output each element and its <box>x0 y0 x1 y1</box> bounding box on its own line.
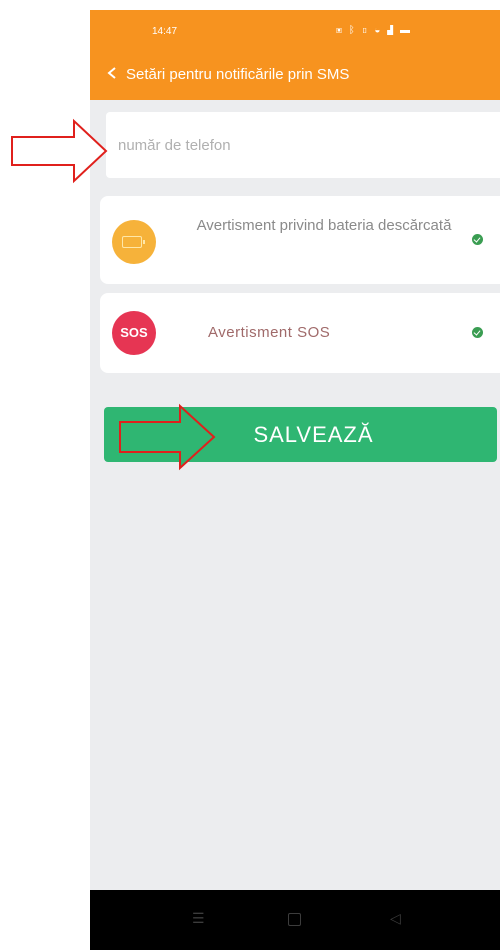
sos-alert-card[interactable]: SOS Avertisment SOS <box>100 293 500 373</box>
phone-number-input[interactable] <box>106 112 500 178</box>
status-time: 14:47 <box>152 26 178 37</box>
battery-icon <box>112 220 156 264</box>
chevron-left-icon[interactable] <box>106 67 118 79</box>
bluetooth-icon: ᛒ <box>348 25 357 36</box>
app-header: 14:47 ▣ ᛒ ▯ ◒ ▟ ▬ Setări pentru notifică… <box>90 10 500 100</box>
sos-alert-label: Avertisment SOS <box>208 324 331 341</box>
wifi-icon: ◒ <box>374 25 383 36</box>
vibrate-icon: ▯ <box>361 25 370 36</box>
status-icons: ▣ ᛒ ▯ ◒ ▟ ▬ <box>336 25 412 36</box>
battery-icon: ▬ <box>399 25 412 36</box>
home-icon[interactable] <box>288 913 301 926</box>
sos-icon: SOS <box>112 311 156 355</box>
page-title: Setări pentru notificările prin SMS <box>126 66 350 83</box>
battery-glyph <box>122 236 145 248</box>
annotation-arrow-input <box>11 118 108 184</box>
system-nav-bar: ☰ ◁ <box>90 890 500 950</box>
nfc-icon: ▣ <box>336 25 344 36</box>
signal-icon: ▟ <box>387 25 396 36</box>
battery-alert-label: Avertisment privind bateria descărcată <box>196 217 452 234</box>
menu-icon[interactable]: ☰ <box>192 910 205 927</box>
status-bar: 14:47 ▣ ᛒ ▯ ◒ ▟ ▬ <box>90 10 500 50</box>
annotation-arrow-save <box>119 403 216 471</box>
check-icon[interactable] <box>472 234 483 245</box>
phone-screen: 14:47 ▣ ᛒ ▯ ◒ ▟ ▬ Setări pentru notifică… <box>90 10 500 950</box>
battery-alert-card[interactable]: Avertisment privind bateria descărcată <box>100 196 500 284</box>
check-icon[interactable] <box>472 327 483 338</box>
back-icon[interactable]: ◁ <box>390 910 401 927</box>
